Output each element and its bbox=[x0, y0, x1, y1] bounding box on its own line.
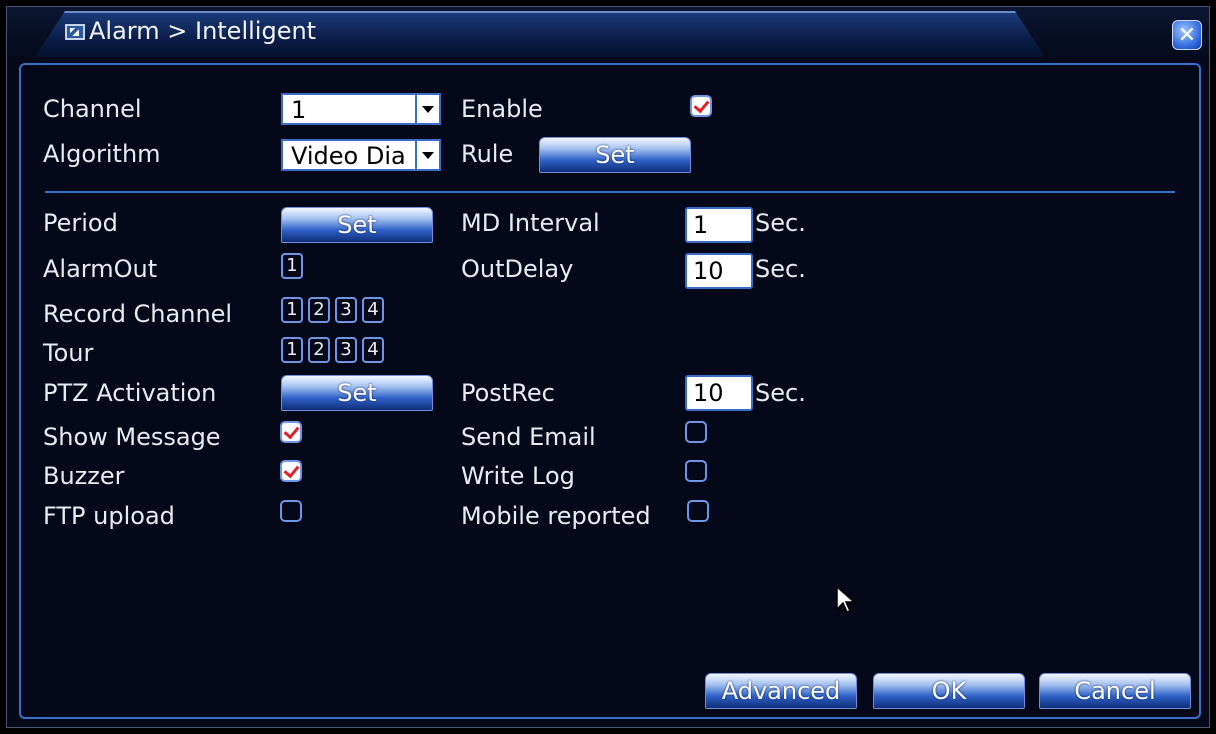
outdelay-unit: Sec. bbox=[755, 255, 806, 283]
window-title-text: Alarm > Intelligent bbox=[89, 17, 317, 45]
channel-box-2[interactable]: 2 bbox=[308, 297, 330, 323]
alarmout-label: AlarmOut bbox=[43, 255, 158, 283]
algorithm-label: Algorithm bbox=[43, 140, 161, 168]
channel-value: 1 bbox=[291, 96, 307, 124]
send-email-checkbox[interactable] bbox=[685, 421, 707, 443]
md-interval-unit: Sec. bbox=[755, 209, 806, 237]
channel-box-4[interactable]: 4 bbox=[362, 337, 384, 363]
chevron-down-icon[interactable] bbox=[415, 95, 439, 123]
mouse-pointer-icon bbox=[836, 585, 856, 613]
cancel-button[interactable]: Cancel bbox=[1039, 673, 1191, 709]
algorithm-select[interactable]: Video Dia bbox=[281, 139, 441, 171]
close-icon[interactable]: ✕ bbox=[1172, 20, 1202, 50]
ftp-upload-label: FTP upload bbox=[43, 502, 175, 530]
rule-label: Rule bbox=[461, 140, 514, 168]
window-title: Alarm > Intelligent bbox=[65, 17, 316, 45]
section-divider bbox=[45, 191, 1175, 193]
channel-box-3[interactable]: 3 bbox=[335, 297, 357, 323]
channel-select[interactable]: 1 bbox=[281, 93, 441, 125]
show-message-checkbox[interactable] bbox=[280, 421, 302, 443]
content-panel: Channel 1 Enable Algorithm Video Dia Rul… bbox=[19, 63, 1201, 719]
rule-set-button[interactable]: Set bbox=[539, 137, 691, 173]
write-log-label: Write Log bbox=[461, 462, 575, 490]
channel-box-3[interactable]: 3 bbox=[335, 337, 357, 363]
postrec-label: PostRec bbox=[461, 379, 555, 407]
buzzer-checkbox[interactable] bbox=[280, 460, 302, 482]
channel-box-1[interactable]: 1 bbox=[281, 253, 303, 279]
enable-label: Enable bbox=[461, 95, 543, 123]
postrec-input[interactable]: 10 bbox=[685, 375, 753, 411]
channel-box-4[interactable]: 4 bbox=[362, 297, 384, 323]
record-channel-label: Record Channel bbox=[43, 300, 233, 328]
channel-label: Channel bbox=[43, 95, 142, 123]
mobile-reported-label: Mobile reported bbox=[461, 502, 651, 530]
md-interval-label: MD Interval bbox=[461, 209, 600, 237]
algorithm-value: Video Dia bbox=[291, 142, 406, 170]
alarm-intelligent-window: Alarm > Intelligent ✕ Channel 1 Enable A… bbox=[6, 6, 1210, 728]
outdelay-input[interactable]: 10 bbox=[685, 253, 753, 289]
show-message-label: Show Message bbox=[43, 423, 221, 451]
write-log-checkbox[interactable] bbox=[685, 460, 707, 482]
ftp-upload-checkbox[interactable] bbox=[280, 500, 302, 522]
title-bar: Alarm > Intelligent ✕ bbox=[7, 7, 1209, 57]
ptz-activation-label: PTZ Activation bbox=[43, 379, 217, 407]
period-set-button[interactable]: Set bbox=[281, 207, 433, 243]
send-email-label: Send Email bbox=[461, 423, 596, 451]
advanced-button[interactable]: Advanced bbox=[705, 673, 857, 709]
channel-box-1[interactable]: 1 bbox=[281, 297, 303, 323]
ok-button[interactable]: OK bbox=[873, 673, 1025, 709]
md-interval-input[interactable]: 1 bbox=[685, 207, 753, 243]
period-label: Period bbox=[43, 209, 118, 237]
channel-box-1[interactable]: 1 bbox=[281, 337, 303, 363]
outdelay-label: OutDelay bbox=[461, 255, 574, 283]
buzzer-label: Buzzer bbox=[43, 462, 125, 490]
postrec-unit: Sec. bbox=[755, 379, 806, 407]
window-icon bbox=[65, 24, 85, 40]
tour-label: Tour bbox=[43, 339, 94, 367]
mobile-reported-checkbox[interactable] bbox=[687, 500, 709, 522]
ptz-set-button[interactable]: Set bbox=[281, 375, 433, 411]
enable-checkbox[interactable] bbox=[690, 95, 712, 117]
chevron-down-icon[interactable] bbox=[415, 141, 439, 169]
channel-box-2[interactable]: 2 bbox=[308, 337, 330, 363]
